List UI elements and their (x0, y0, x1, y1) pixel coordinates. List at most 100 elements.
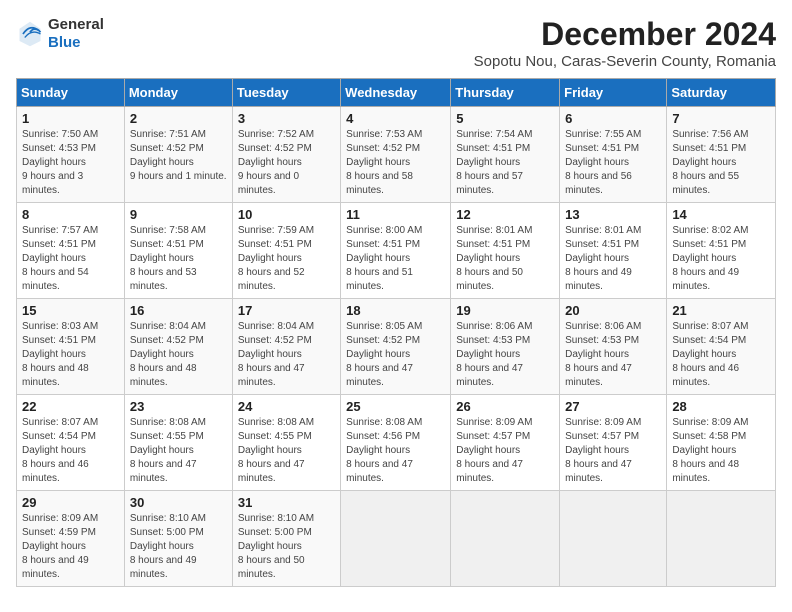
day-info: Sunrise: 7:52 AMSunset: 4:52 PMDaylight … (238, 129, 314, 196)
day-number: 31 (238, 495, 335, 510)
calendar-cell: 20Sunrise: 8:06 AMSunset: 4:53 PMDayligh… (560, 299, 667, 395)
calendar-header: SundayMondayTuesdayWednesdayThursdayFrid… (17, 79, 776, 107)
day-info: Sunrise: 8:09 AMSunset: 4:58 PMDaylight … (672, 417, 748, 484)
calendar-cell: 30 Sunrise: 8:10 AMSunset: 5:00 PMDayligh… (124, 491, 232, 587)
calendar-cell: 19 Sunrise: 8:06 AMSunset: 4:53 PMDayligh… (451, 299, 560, 395)
weekday-header: Thursday (451, 79, 560, 107)
day-info: Sunrise: 8:09 AMSunset: 4:57 PMDaylight … (565, 417, 641, 484)
day-info: Sunrise: 8:00 AMSunset: 4:51 PMDaylight … (346, 225, 422, 292)
calendar-cell: 5 Sunrise: 7:54 AMSunset: 4:51 PMDaylight… (451, 107, 560, 203)
day-info: Sunrise: 8:07 AMSunset: 4:54 PMDaylight … (22, 417, 98, 484)
calendar-cell: 16 Sunrise: 8:04 AMSunset: 4:52 PMDayligh… (124, 299, 232, 395)
calendar-cell: 18 Sunrise: 8:05 AMSunset: 4:52 PMDayligh… (341, 299, 451, 395)
title-section: December 2024 Sopotu Nou, Caras-Severin … (474, 16, 776, 70)
day-info: Sunrise: 7:53 AMSunset: 4:52 PMDaylight … (346, 129, 422, 196)
day-info: Sunrise: 8:04 AMSunset: 4:52 PMDaylight … (130, 321, 206, 388)
weekday-header: Saturday (667, 79, 776, 107)
day-number: 4 (346, 111, 445, 126)
weekday-header: Sunday (17, 79, 125, 107)
calendar-cell: 4 Sunrise: 7:53 AMSunset: 4:52 PMDaylight… (341, 107, 451, 203)
day-number: 25 (346, 399, 445, 414)
calendar-cell: 6 Sunrise: 7:55 AMSunset: 4:51 PMDaylight… (560, 107, 667, 203)
calendar-cell: 1Sunrise: 7:50 AMSunset: 4:53 PMDaylight… (17, 107, 125, 203)
calendar-cell: 17Sunrise: 8:04 AMSunset: 4:52 PMDayligh… (232, 299, 340, 395)
day-number: 21 (672, 303, 770, 318)
day-info: Sunrise: 8:01 AMSunset: 4:51 PMDaylight … (456, 225, 532, 292)
day-info: Sunrise: 8:05 AMSunset: 4:52 PMDaylight … (346, 321, 422, 388)
day-number: 15 (22, 303, 119, 318)
day-info: Sunrise: 8:10 AMSunset: 5:00 PMDaylight … (130, 513, 206, 580)
day-number: 3 (238, 111, 335, 126)
day-number: 27 (565, 399, 661, 414)
day-number: 28 (672, 399, 770, 414)
day-info: Sunrise: 7:57 AMSunset: 4:51 PMDaylight … (22, 225, 98, 292)
calendar-cell: 2Sunrise: 7:51 AMSunset: 4:52 PMDaylight… (124, 107, 232, 203)
day-number: 11 (346, 207, 445, 222)
day-number: 20 (565, 303, 661, 318)
day-number: 17 (238, 303, 335, 318)
calendar-cell: 3 Sunrise: 7:52 AMSunset: 4:52 PMDaylight… (232, 107, 340, 203)
calendar-cell (451, 491, 560, 587)
day-number: 9 (130, 207, 227, 222)
weekday-header: Wednesday (341, 79, 451, 107)
day-number: 10 (238, 207, 335, 222)
calendar-cell: 26 Sunrise: 8:09 AMSunset: 4:57 PMDayligh… (451, 395, 560, 491)
weekday-header: Monday (124, 79, 232, 107)
day-info: Sunrise: 7:50 AMSunset: 4:53 PMDaylight … (22, 129, 98, 196)
day-info: Sunrise: 7:55 AMSunset: 4:51 PMDaylight … (565, 129, 641, 196)
day-number: 30 (130, 495, 227, 510)
day-number: 24 (238, 399, 335, 414)
day-info: Sunrise: 7:56 AMSunset: 4:51 PMDaylight … (672, 129, 748, 196)
calendar-cell: 14 Sunrise: 8:02 AMSunset: 4:51 PMDayligh… (667, 203, 776, 299)
calendar-cell: 31 Sunrise: 8:10 AMSunset: 5:00 PMDayligh… (232, 491, 340, 587)
day-number: 13 (565, 207, 661, 222)
day-info: Sunrise: 8:06 AMSunset: 4:53 PMDaylight … (456, 321, 532, 388)
calendar-week: 29 Sunrise: 8:09 AMSunset: 4:59 PMDayligh… (17, 491, 776, 587)
day-info: Sunrise: 8:09 AMSunset: 4:57 PMDaylight … (456, 417, 532, 484)
day-number: 26 (456, 399, 554, 414)
calendar-week: 22 Sunrise: 8:07 AMSunset: 4:54 PMDayligh… (17, 395, 776, 491)
calendar-cell: 22 Sunrise: 8:07 AMSunset: 4:54 PMDayligh… (17, 395, 125, 491)
main-title: December 2024 (474, 16, 776, 53)
calendar-cell: 13Sunrise: 8:01 AMSunset: 4:51 PMDayligh… (560, 203, 667, 299)
day-number: 22 (22, 399, 119, 414)
calendar-cell: 11 Sunrise: 8:00 AMSunset: 4:51 PMDayligh… (341, 203, 451, 299)
day-number: 16 (130, 303, 227, 318)
day-number: 2 (130, 111, 227, 126)
day-number: 12 (456, 207, 554, 222)
calendar-cell: 7Sunrise: 7:56 AMSunset: 4:51 PMDaylight… (667, 107, 776, 203)
calendar-cell (667, 491, 776, 587)
day-info: Sunrise: 8:10 AMSunset: 5:00 PMDaylight … (238, 513, 314, 580)
day-info: Sunrise: 8:08 AMSunset: 4:56 PMDaylight … (346, 417, 422, 484)
logo-blue: Blue (48, 34, 81, 51)
sub-title: Sopotu Nou, Caras-Severin County, Romani… (474, 53, 776, 70)
logo-icon (16, 20, 44, 48)
day-info: Sunrise: 7:59 AMSunset: 4:51 PMDaylight … (238, 225, 314, 292)
calendar: SundayMondayTuesdayWednesdayThursdayFrid… (16, 78, 776, 587)
day-info: Sunrise: 8:02 AMSunset: 4:51 PMDaylight … (672, 225, 748, 292)
day-number: 19 (456, 303, 554, 318)
logo: General Blue (16, 16, 104, 52)
weekday-header: Tuesday (232, 79, 340, 107)
calendar-cell: 21Sunrise: 8:07 AMSunset: 4:54 PMDayligh… (667, 299, 776, 395)
day-number: 14 (672, 207, 770, 222)
calendar-week: 8 Sunrise: 7:57 AMSunset: 4:51 PMDaylight… (17, 203, 776, 299)
day-number: 8 (22, 207, 119, 222)
header: General Blue December 2024 Sopotu Nou, C… (16, 16, 776, 70)
logo-text: General Blue (48, 16, 104, 52)
calendar-cell: 10 Sunrise: 7:59 AMSunset: 4:51 PMDayligh… (232, 203, 340, 299)
day-info: Sunrise: 8:09 AMSunset: 4:59 PMDaylight … (22, 513, 98, 580)
calendar-cell: 25 Sunrise: 8:08 AMSunset: 4:56 PMDayligh… (341, 395, 451, 491)
calendar-cell: 23 Sunrise: 8:08 AMSunset: 4:55 PMDayligh… (124, 395, 232, 491)
day-number: 29 (22, 495, 119, 510)
calendar-cell: 28 Sunrise: 8:09 AMSunset: 4:58 PMDayligh… (667, 395, 776, 491)
day-number: 23 (130, 399, 227, 414)
day-info: Sunrise: 8:08 AMSunset: 4:55 PMDaylight … (238, 417, 314, 484)
day-info: Sunrise: 7:54 AMSunset: 4:51 PMDaylight … (456, 129, 532, 196)
day-info: Sunrise: 8:08 AMSunset: 4:55 PMDaylight … (130, 417, 206, 484)
day-number: 6 (565, 111, 661, 126)
day-number: 18 (346, 303, 445, 318)
day-number: 5 (456, 111, 554, 126)
calendar-cell: 8 Sunrise: 7:57 AMSunset: 4:51 PMDaylight… (17, 203, 125, 299)
calendar-cell (560, 491, 667, 587)
